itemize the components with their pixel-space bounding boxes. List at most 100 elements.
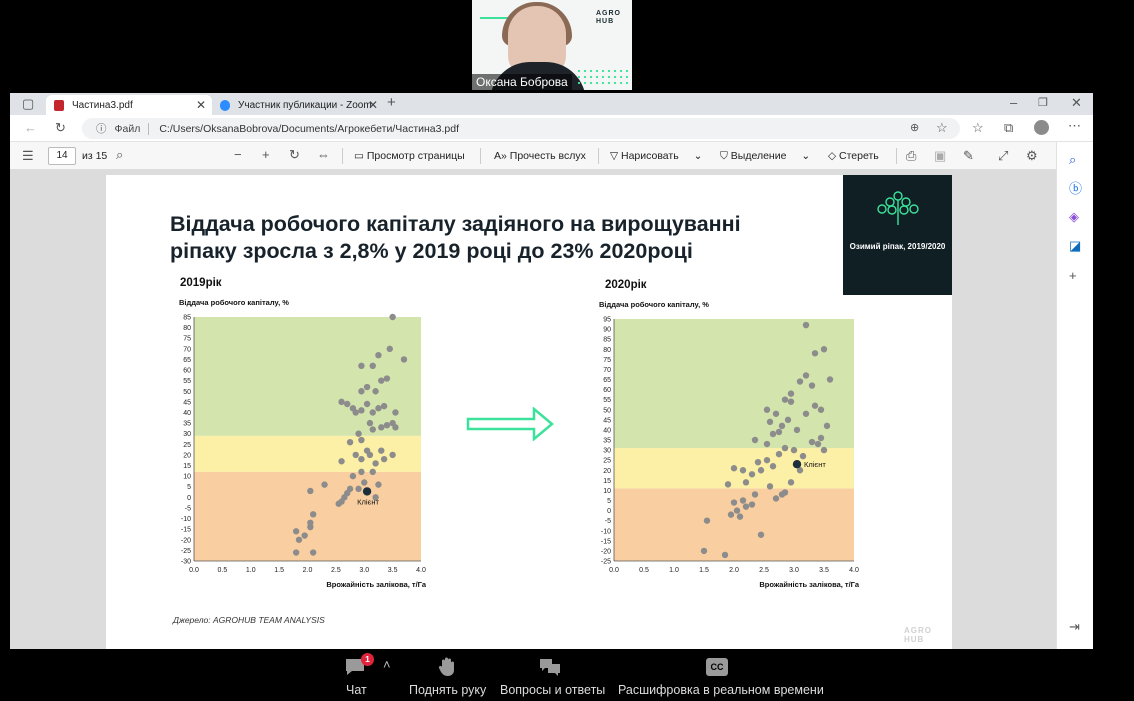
data-point (790, 446, 798, 454)
y-axis-label: Віддача робочого капіталу, % (179, 298, 289, 307)
sidebar-toggle-icon[interactable]: ⇥ (1069, 620, 1080, 634)
zoom-out-icon[interactable]: − (234, 148, 242, 162)
shopping-icon[interactable]: ◈ (1069, 210, 1079, 224)
tab-actions-icon[interactable]: ▢ (22, 97, 34, 111)
data-point (378, 424, 385, 431)
url-field[interactable]: ⓘ Файл C:/Users/OksanaBobrova/Documents/… (82, 118, 960, 139)
tab-pdf[interactable]: Частина3.pdf ✕ (46, 95, 212, 115)
scatter-chart-2020: Віддача робочого капіталу, % 95 90 85 80 75 70… (599, 300, 860, 589)
data-point (392, 424, 399, 431)
y-tick-label: 25 (603, 458, 611, 465)
save-icon[interactable]: ▣ (934, 149, 946, 163)
minimize-icon[interactable]: – (1010, 96, 1017, 110)
collections-icon[interactable]: ⧉ (1004, 121, 1013, 135)
y-tick-label: 70 (183, 346, 191, 353)
data-point (748, 501, 756, 508)
data-point (369, 409, 376, 416)
add-icon[interactable]: + (1069, 269, 1077, 283)
bing-icon[interactable]: ⓑ (1069, 182, 1082, 196)
data-point (721, 551, 729, 559)
x-tick-label: 3.5 (819, 567, 829, 574)
highlight-button[interactable]: ⛉ Выделение ⌄ (720, 150, 810, 163)
close-icon[interactable]: ✕ (368, 98, 378, 112)
data-point (349, 472, 357, 480)
pdf-viewer[interactable]: Віддача робочого капіталу задіяного на в… (10, 170, 1056, 701)
client-point (362, 487, 372, 496)
new-tab-icon[interactable]: + (387, 95, 396, 110)
erase-button[interactable]: ◇ Стереть (828, 150, 879, 162)
data-point (363, 383, 371, 391)
settings-icon[interactable]: ⚙ (1026, 149, 1038, 163)
y-tick-label: 40 (603, 427, 611, 434)
client-label: Клієнт (357, 497, 379, 506)
page-number-input[interactable]: 14 (48, 147, 76, 165)
data-point (366, 419, 374, 427)
profile-icon[interactable] (1034, 120, 1049, 135)
y-tick-label: 10 (603, 488, 611, 495)
search-icon[interactable]: ⌕ (116, 148, 123, 162)
participant-video[interactable]: AGRO HUB Оксана Боброва (472, 0, 632, 90)
y-tick-label: 70 (603, 367, 611, 374)
data-point (358, 436, 365, 444)
window-close-icon[interactable]: ✕ (1071, 96, 1082, 110)
data-point (769, 463, 777, 470)
season-label: Озимий ріпак, 2019/2020 (849, 242, 946, 251)
live-transcript-label: Расшифровка в реальном времени (618, 683, 824, 697)
refresh-icon[interactable]: ↻ (55, 121, 66, 135)
x-tick-label: 1.0 (246, 567, 256, 574)
y-tick-label: 85 (183, 315, 191, 322)
data-point (781, 396, 789, 403)
info-icon: ⓘ (96, 123, 107, 135)
save-as-icon[interactable]: ✎ (963, 149, 974, 163)
tab-zoom[interactable]: Участник публикации - Zoom ✕ (212, 95, 384, 115)
outlook-icon[interactable]: ◪ (1069, 239, 1081, 253)
y-tick-label: 40 (183, 410, 191, 417)
read-aloud-button[interactable]: A» Прочесть вслух (494, 150, 586, 162)
chevron-up-icon[interactable]: ˄ (383, 658, 391, 672)
favorite-icon[interactable]: ☆ (936, 121, 948, 135)
y-tick-label: 25 (183, 442, 191, 449)
data-point (766, 483, 774, 490)
page-count: из 15 (82, 150, 108, 162)
data-point (808, 382, 816, 389)
data-point (793, 426, 801, 434)
data-point (772, 410, 780, 417)
contents-icon[interactable]: ☰ (22, 149, 34, 163)
data-point (346, 438, 354, 446)
season-badge: Озимий ріпак, 2019/2020 (843, 175, 952, 295)
data-point (730, 465, 738, 472)
close-icon[interactable]: ✕ (196, 98, 206, 112)
zoom-in-icon[interactable]: + (262, 148, 270, 162)
fullscreen-icon[interactable]: ⤢ (998, 149, 1008, 163)
data-point (346, 485, 354, 493)
page-view-button[interactable]: ▭ Просмотр страницы (354, 150, 465, 162)
zoom-page-icon[interactable]: ⊕ (910, 121, 919, 135)
client-point (792, 460, 802, 469)
y-tick-label: 10 (183, 474, 191, 481)
y-tick-label: -15 (181, 527, 191, 534)
fit-width-icon[interactable]: ⇔ (317, 148, 330, 162)
video-dot-pattern (576, 68, 632, 88)
draw-button[interactable]: ▽ Нарисовать ⌄ (610, 150, 702, 162)
search-icon[interactable]: ⌕ (1069, 153, 1076, 167)
y-tick-label: 55 (603, 397, 611, 404)
data-point (763, 406, 771, 413)
x-tick-label: 3.5 (388, 567, 398, 574)
data-point (375, 481, 382, 488)
back-icon[interactable]: ← (24, 121, 37, 135)
url-scheme-label: Файл (115, 122, 150, 135)
pdf-page: Віддача робочого капіталу задіяного на в… (106, 175, 952, 649)
print-icon[interactable]: ⎙ (906, 149, 916, 163)
y-tick-label: -10 (181, 516, 191, 523)
more-icon[interactable]: ⋯ (1068, 119, 1081, 133)
y-tick-label: -30 (181, 559, 191, 566)
x-tick-label: 4.0 (849, 567, 859, 574)
rotate-icon[interactable]: ↻ (289, 148, 300, 162)
favorites-bar-icon[interactable]: ☆ (972, 121, 984, 135)
maximize-icon[interactable]: ❐ (1038, 96, 1048, 110)
data-point (826, 376, 834, 383)
zoom-controls: 1 Чат ˄ Поднять руку Вопросы и ответы CC… (0, 649, 1134, 701)
zoom-icon (220, 100, 230, 111)
data-point (292, 528, 300, 535)
data-point (802, 321, 810, 329)
